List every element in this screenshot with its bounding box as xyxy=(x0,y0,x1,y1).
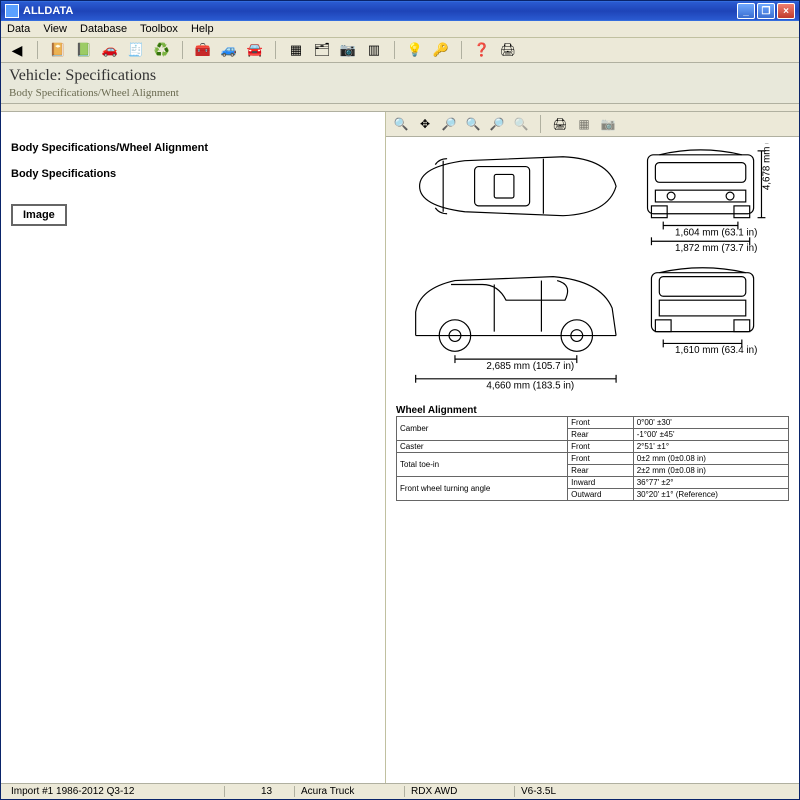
image-toolbar: 🔍 ✥ 🔎 🔍 🔎 🔍 🖨 ▦ 📷 xyxy=(386,112,799,137)
toolbar-spacer xyxy=(1,104,799,112)
left-panel: Body Specifications/Wheel Alignment Body… xyxy=(1,112,386,783)
status-cell-engine: V6-3.5L xyxy=(515,786,605,797)
spec-sub: Rear xyxy=(568,465,634,477)
tool-icon-12[interactable]: ▥ xyxy=(364,41,384,59)
image-button[interactable]: Image xyxy=(11,204,67,226)
menu-data[interactable]: Data xyxy=(7,23,30,35)
main-toolbar: 📔 📗 🚗 🧾 ♻️ 🧰 🚙 🚘 ▦ 🗂 📷 ▥ 💡 🔑 ❓ 🖨 xyxy=(1,38,799,63)
menu-bar: Data View Database Toolbox Help xyxy=(1,21,799,38)
maximize-button[interactable]: ❐ xyxy=(757,3,775,19)
dim-length: 4,660 mm (183.5 in) xyxy=(486,381,574,392)
zoom-area-icon[interactable]: 🔎 xyxy=(440,116,458,132)
left-heading-1: Body Specifications/Wheel Alignment xyxy=(11,142,375,154)
spec-title: Wheel Alignment xyxy=(396,405,789,416)
title-bar: ALLDATA _ ❐ × xyxy=(1,1,799,21)
wheel-alignment-table: CamberFront0°00' ±30'Rear-1°00' ±45'Cast… xyxy=(396,416,789,501)
tool-icon-7[interactable]: 🚙 xyxy=(219,41,239,59)
dim-front-track: 1,604 mm (63.1 in) xyxy=(675,227,757,238)
spec-sub: Front xyxy=(568,417,634,429)
page-subtitle: Body Specifications/Wheel Alignment xyxy=(9,87,791,99)
help-icon[interactable]: ❓ xyxy=(472,41,492,59)
zoom-in-icon[interactable]: 🔍 xyxy=(392,116,410,132)
status-cell-make: Acura Truck xyxy=(295,786,405,797)
back-button[interactable] xyxy=(7,41,27,59)
magnify-icon[interactable]: 🔍 xyxy=(512,116,530,132)
spec-group: Front wheel turning angle xyxy=(397,477,568,501)
tool-icon-1[interactable]: 📔 xyxy=(48,41,68,59)
tool-icon-4[interactable]: 🧾 xyxy=(126,41,146,59)
spec-sub: Rear xyxy=(568,429,634,441)
status-cell-model: RDX AWD xyxy=(405,786,515,797)
page-title: Vehicle: Specifications xyxy=(9,67,791,85)
spec-sub: Outward xyxy=(568,489,634,501)
separator xyxy=(275,41,276,59)
minimize-button[interactable]: _ xyxy=(737,3,755,19)
spec-val: 0°00' ±30' xyxy=(633,417,788,429)
zoom-out-icon[interactable]: 🔍 xyxy=(464,116,482,132)
tool-icon-9[interactable]: ▦ xyxy=(286,41,306,59)
spec-group: Camber xyxy=(397,417,568,441)
separator xyxy=(182,41,183,59)
separator xyxy=(540,115,541,133)
tool-icon-6[interactable]: 🧰 xyxy=(193,41,213,59)
tool-icon-10[interactable]: 🗂 xyxy=(312,41,332,59)
camera-icon[interactable]: 📷 xyxy=(599,116,617,132)
app-icon xyxy=(5,4,19,18)
menu-view[interactable]: View xyxy=(43,23,67,35)
spec-sub: Inward xyxy=(568,477,634,489)
spec-sub: Front xyxy=(568,441,634,453)
vehicle-diagram: 4,678 mm (186.1 in) 1,604 mm (63.1 in) 1… xyxy=(396,143,789,398)
spec-val: 30°20' ±1° (Reference) xyxy=(633,489,788,501)
close-button[interactable]: × xyxy=(777,3,795,19)
dim-height: 4,678 mm (186.1 in) xyxy=(761,143,772,190)
spec-sub: Front xyxy=(568,453,634,465)
tool-icon-5[interactable]: ♻️ xyxy=(152,41,172,59)
page-header: Vehicle: Specifications Body Specificati… xyxy=(1,63,799,104)
separator xyxy=(37,41,38,59)
spec-group: Total toe-in xyxy=(397,453,568,477)
dim-rear-track: 1,610 mm (63.4 in) xyxy=(675,345,757,356)
spec-val: 36°77' ±2° xyxy=(633,477,788,489)
tool-icon-13[interactable]: 💡 xyxy=(405,41,425,59)
dim-wheelbase: 2,685 mm (105.7 in) xyxy=(486,361,574,372)
separator xyxy=(394,41,395,59)
spec-val: 2±2 mm (0±0.08 in) xyxy=(633,465,788,477)
tool-icon-11[interactable]: 📷 xyxy=(338,41,358,59)
menu-help[interactable]: Help xyxy=(191,23,214,35)
spec-group: Caster xyxy=(397,441,568,453)
menu-toolbox[interactable]: Toolbox xyxy=(140,23,178,35)
status-cell-id: 13 xyxy=(255,786,295,797)
window-title: ALLDATA xyxy=(23,5,735,17)
pan-icon[interactable]: ✥ xyxy=(416,116,434,132)
right-panel: 🔍 ✥ 🔎 🔍 🔎 🔍 🖨 ▦ 📷 xyxy=(386,112,799,783)
spec-val: 2°51' ±1° xyxy=(633,441,788,453)
image-grid-icon[interactable]: ▦ xyxy=(575,116,593,132)
separator xyxy=(461,41,462,59)
zoom-fit-icon[interactable]: 🔎 xyxy=(488,116,506,132)
status-bar: Import #1 1986-2012 Q3-12 13 Acura Truck… xyxy=(1,783,799,799)
tool-icon-3[interactable]: 🚗 xyxy=(100,41,120,59)
status-cell-import: Import #1 1986-2012 Q3-12 xyxy=(5,786,225,797)
print-image-icon[interactable]: 🖨 xyxy=(551,116,569,132)
menu-database[interactable]: Database xyxy=(80,23,127,35)
dim-overall-width: 1,872 mm (73.7 in) xyxy=(675,243,757,254)
spec-val: 0±2 mm (0±0.08 in) xyxy=(633,453,788,465)
tool-icon-14[interactable]: 🔑 xyxy=(431,41,451,59)
tool-icon-8[interactable]: 🚘 xyxy=(245,41,265,59)
diagram-area: 4,678 mm (186.1 in) 1,604 mm (63.1 in) 1… xyxy=(386,137,799,783)
left-heading-2: Body Specifications xyxy=(11,168,375,180)
print-icon[interactable]: 🖨 xyxy=(498,41,518,59)
spec-val: -1°00' ±45' xyxy=(633,429,788,441)
tool-icon-2[interactable]: 📗 xyxy=(74,41,94,59)
